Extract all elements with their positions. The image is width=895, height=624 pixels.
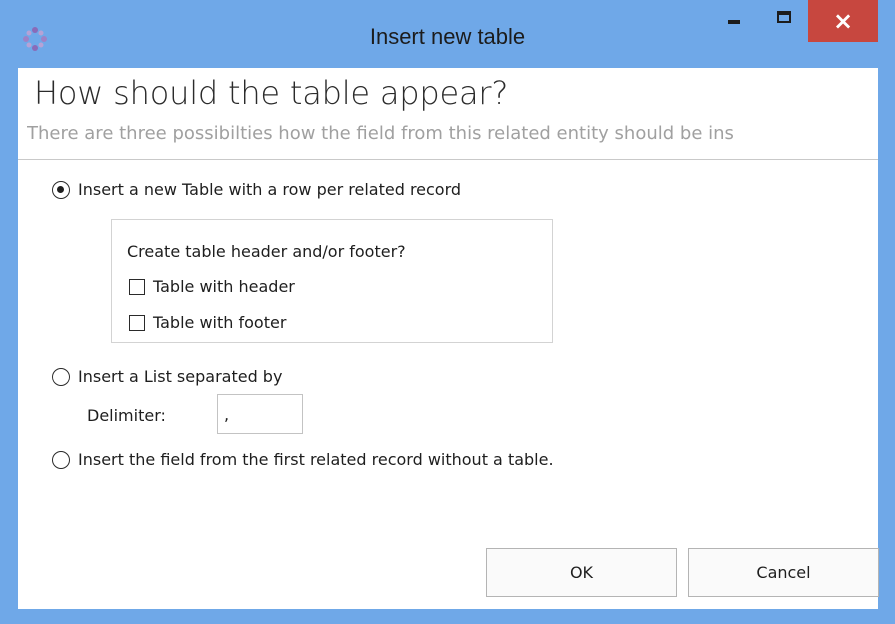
first-record-option-label: Insert the field from the first related … bbox=[78, 450, 554, 469]
table-option[interactable]: Insert a new Table with a row per relate… bbox=[52, 180, 461, 199]
header-checkbox-label: Table with header bbox=[153, 277, 295, 296]
list-option-radio[interactable] bbox=[52, 367, 70, 386]
table-settings-prompt: Create table header and/or footer? bbox=[127, 242, 406, 261]
minimize-button[interactable] bbox=[708, 0, 758, 42]
title-bar[interactable]: Insert new table × bbox=[0, 0, 895, 68]
maximize-button[interactable] bbox=[758, 0, 808, 42]
maximize-icon bbox=[777, 11, 791, 23]
first-record-option[interactable]: Insert the field from the first related … bbox=[52, 450, 554, 469]
footer-checkbox[interactable] bbox=[129, 314, 145, 331]
dialog-content: How should the table appear? There are t… bbox=[18, 68, 879, 609]
first-record-option-radio[interactable] bbox=[52, 450, 70, 469]
footer-checkbox-label: Table with footer bbox=[153, 313, 287, 332]
table-option-label: Insert a new Table with a row per relate… bbox=[78, 180, 462, 199]
delimiter-label: Delimiter: bbox=[87, 406, 166, 425]
delimiter-input[interactable] bbox=[217, 394, 303, 434]
page-title: How should the table appear? bbox=[34, 74, 509, 112]
footer-checkbox-row[interactable]: Table with footer bbox=[129, 313, 286, 332]
table-settings-group: Create table header and/or footer? Table… bbox=[111, 219, 553, 343]
close-button[interactable]: × bbox=[808, 0, 878, 42]
dialog-window: Insert new table × How should the table … bbox=[0, 0, 895, 624]
header-checkbox[interactable] bbox=[129, 278, 145, 295]
cancel-button[interactable]: Cancel bbox=[688, 548, 879, 597]
ok-button[interactable]: OK bbox=[486, 548, 677, 597]
table-option-radio[interactable] bbox=[52, 180, 70, 199]
page-subtitle: There are three possibilties how the fie… bbox=[27, 123, 734, 144]
list-option[interactable]: Insert a List separated by bbox=[52, 367, 282, 386]
list-option-label: Insert a List separated by bbox=[78, 367, 283, 386]
header-checkbox-row[interactable]: Table with header bbox=[129, 277, 295, 296]
minimize-icon bbox=[728, 20, 740, 24]
header-area: How should the table appear? There are t… bbox=[18, 68, 878, 160]
close-icon: × bbox=[832, 7, 854, 35]
